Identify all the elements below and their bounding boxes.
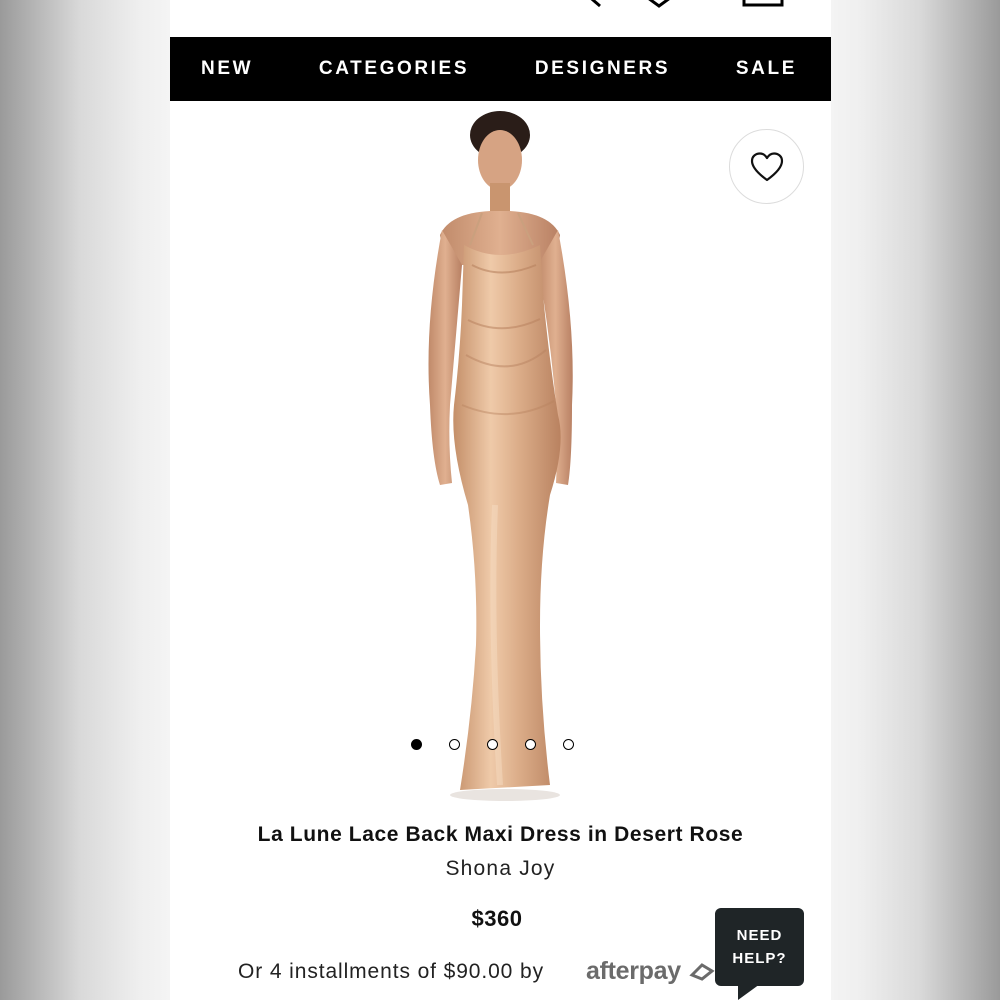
main-nav: NEW CATEGORIES DESIGNERS SALE	[170, 37, 831, 101]
product-image[interactable]	[390, 105, 610, 810]
need-help-tail	[738, 984, 760, 1000]
favorite-button[interactable]	[729, 129, 804, 204]
top-header	[170, 0, 831, 37]
need-help-button[interactable]: NEED HELP?	[715, 908, 804, 986]
need-help-line2: HELP?	[732, 950, 787, 967]
carousel-dot-2[interactable]	[449, 739, 460, 750]
afterpay-logo-text: afterpay	[586, 957, 681, 985]
nav-item-new[interactable]: NEW	[201, 58, 253, 80]
product-page: NEW CATEGORIES DESIGNERS SALE La Lune La…	[170, 0, 831, 1000]
nav-item-sale[interactable]: SALE	[736, 58, 797, 80]
need-help-line1: NEED	[736, 927, 783, 944]
image-carousel-dots	[411, 739, 574, 750]
carousel-dot-1[interactable]	[411, 739, 422, 750]
search-icon[interactable]	[570, 0, 604, 8]
nav-item-designers[interactable]: DESIGNERS	[535, 58, 670, 80]
heart-icon[interactable]	[646, 0, 672, 8]
carousel-dot-4[interactable]	[525, 739, 536, 750]
heart-outline-icon	[750, 151, 783, 181]
installments-text: Or 4 installments of $90.00 by	[238, 960, 544, 983]
bag-icon[interactable]	[742, 0, 784, 8]
carousel-dot-5[interactable]	[563, 739, 574, 750]
product-title: La Lune Lace Back Maxi Dress in Desert R…	[257, 823, 744, 846]
carousel-dot-3[interactable]	[487, 739, 498, 750]
nav-item-categories[interactable]: CATEGORIES	[319, 58, 469, 80]
product-designer[interactable]: Shona Joy	[170, 857, 831, 881]
afterpay-arrows-icon	[688, 963, 715, 981]
